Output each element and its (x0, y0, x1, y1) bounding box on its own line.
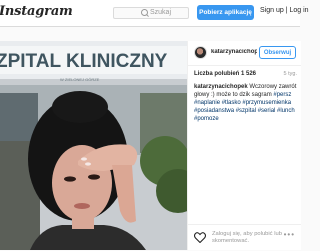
post-photo[interactable]: ZPITAL KLINICZNY W ZIELONEJ GÓRZE (0, 41, 187, 250)
post-header: katarzynacichop... Obserwuj (188, 41, 301, 66)
post-time[interactable]: 5 tyg. (284, 71, 297, 77)
login-prompt[interactable]: Zaloguj się, aby polubić lub skomentować… (212, 231, 284, 245)
post-photo-image: ZPITAL KLINICZNY W ZIELONEJ GÓRZE (0, 41, 187, 250)
auth-separator: | (285, 7, 288, 14)
auth-links: Sign up | Log in (260, 7, 309, 14)
post-footer: Zaloguj się, aby polubić lub skomentować… (188, 224, 301, 251)
instagram-logo[interactable]: Instagram (0, 4, 73, 19)
signup-link[interactable]: Sign up (260, 7, 284, 14)
get-app-button[interactable]: Pobierz aplikację (197, 5, 254, 20)
heart-icon[interactable] (194, 232, 206, 243)
caption-username[interactable]: katarzynacichopek (194, 84, 248, 90)
sign-text: ZPITAL KLINICZNY (0, 51, 168, 72)
post-sidebar: katarzynacichop... Obserwuj Liczba polub… (187, 41, 301, 250)
search-placeholder: Szukaj (150, 9, 172, 16)
post-caption: katarzynacichopek Wczorowy zawrót głowy … (194, 83, 298, 123)
post-username[interactable]: katarzynacichop... (211, 49, 257, 55)
avatar[interactable] (194, 46, 207, 59)
search-input[interactable]: Szukaj (113, 7, 189, 19)
search-icon (141, 9, 148, 16)
top-bar: Instagram Szukaj Pobierz aplikację Sign … (0, 0, 309, 27)
more-options-icon[interactable]: ••• (284, 230, 295, 239)
sign-subtext: W ZIELONEJ GÓRZE (60, 77, 100, 82)
follow-button[interactable]: Obserwuj (259, 46, 296, 59)
likes-count[interactable]: Liczba polubień 1 526 (194, 71, 256, 77)
login-link[interactable]: Log in (289, 7, 308, 14)
